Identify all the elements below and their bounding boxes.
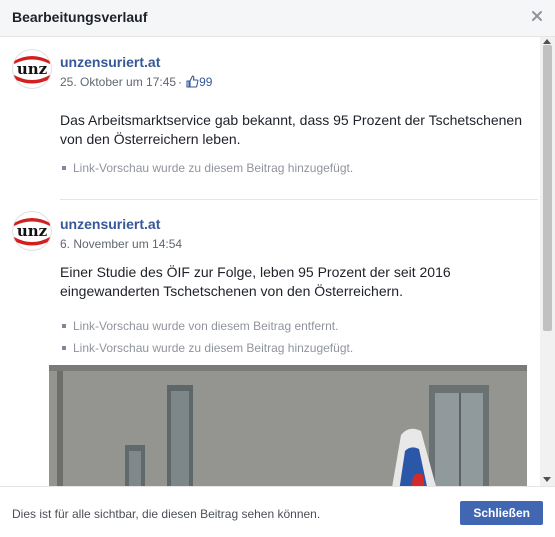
post-text-line: eingewanderten Tschetschenen von den Öst… <box>60 283 403 299</box>
post-date[interactable]: 6. November um 14:54 <box>60 237 182 251</box>
change-text: Link-Vorschau wurde zu diesem Beitrag hi… <box>73 341 354 355</box>
scrollbar[interactable] <box>540 37 555 486</box>
change-text: Link-Vorschau wurde zu diesem Beitrag hi… <box>73 161 354 175</box>
visibility-note: Dies ist für alle sichtbar, die diesen B… <box>12 507 321 521</box>
square-bullet-icon <box>62 324 66 328</box>
square-bullet-icon <box>62 166 66 170</box>
scroll-up-icon[interactable] <box>543 39 551 44</box>
separator: · <box>178 75 183 89</box>
history-list[interactable]: unz unzensuriert.at 25. Oktober um 17:45… <box>0 37 555 486</box>
change-item: Link-Vorschau wurde zu diesem Beitrag hi… <box>62 341 353 355</box>
history-entry: unz unzensuriert.at 6. November um 14:54… <box>12 211 527 486</box>
dialog-title: Bearbeitungsverlauf <box>12 9 148 25</box>
like-count[interactable]: 99 <box>199 75 212 89</box>
avatar-text: unz <box>17 60 48 78</box>
author-link[interactable]: unzensuriert.at <box>60 54 160 70</box>
author-link[interactable]: unzensuriert.at <box>60 216 160 232</box>
post-text-line: Einer Studie des ÖIF zur Folge, leben 95… <box>60 264 451 280</box>
avatar-text: unz <box>17 222 48 240</box>
edit-history-dialog: Bearbeitungsverlauf unz unzensuriert.at … <box>0 0 555 537</box>
thumbs-up-icon <box>184 75 199 89</box>
post-text-line: von den Österreichern leben. <box>60 131 241 147</box>
change-item: Link-Vorschau wurde von diesem Beitrag e… <box>62 319 338 333</box>
post-text: Einer Studie des ÖIF zur Folge, leben 95… <box>60 263 530 301</box>
dialog-footer: Dies ist für alle sichtbar, die diesen B… <box>0 486 555 537</box>
link-preview-image[interactable] <box>49 365 527 486</box>
post-text-line: Das Arbeitsmarktservice gab bekannt, das… <box>60 112 522 128</box>
square-bullet-icon <box>62 346 66 350</box>
avatar[interactable]: unz <box>12 49 52 89</box>
change-text: Link-Vorschau wurde von diesem Beitrag e… <box>73 319 339 333</box>
entry-divider <box>60 199 538 200</box>
scroll-thumb[interactable] <box>543 45 552 331</box>
scroll-down-icon[interactable] <box>543 477 551 482</box>
post-text: Das Arbeitsmarktservice gab bekannt, das… <box>60 111 530 149</box>
history-entry: unz unzensuriert.at 25. Oktober um 17:45… <box>12 49 527 199</box>
post-meta: 6. November um 14:54 <box>60 237 182 251</box>
post-date[interactable]: 25. Oktober um 17:45 <box>60 75 176 89</box>
close-button[interactable]: Schließen <box>460 501 543 525</box>
dialog-header: Bearbeitungsverlauf <box>0 0 555 37</box>
change-item: Link-Vorschau wurde zu diesem Beitrag hi… <box>62 161 353 175</box>
post-meta: 25. Oktober um 17:45 · 99 <box>60 75 212 89</box>
close-icon[interactable] <box>529 8 545 24</box>
avatar[interactable]: unz <box>12 211 52 251</box>
